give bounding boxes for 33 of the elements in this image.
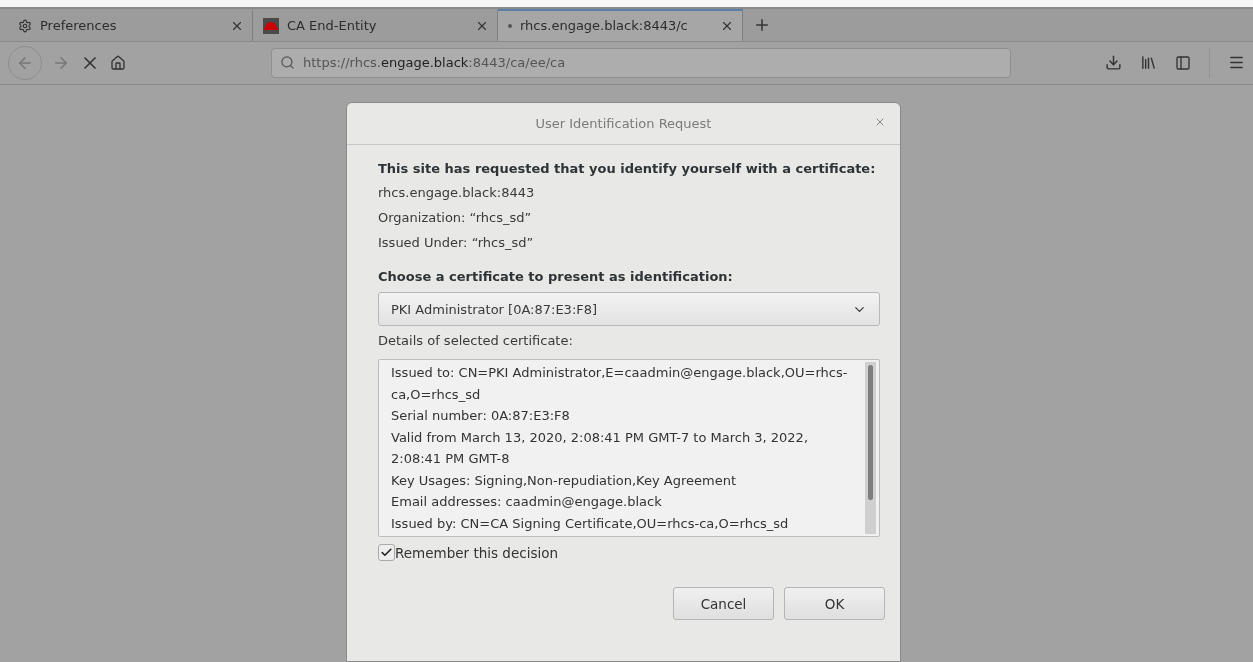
- scrollbar[interactable]: [865, 362, 876, 534]
- detail-line: Email addresses: caadmin@engage.black: [391, 493, 663, 511]
- library-icon[interactable]: [1140, 54, 1157, 72]
- dialog-button[interactable]: Cancel: [673, 587, 774, 620]
- address-bar[interactable]: https://rhcs.engage.black:8443/ca/ee/ca: [271, 47, 1011, 78]
- hat-icon: [263, 17, 279, 34]
- checkbox-label: Remember this decision: [395, 544, 558, 561]
- site-info: rhcs.engage.black:8443: [378, 185, 536, 200]
- dialog-title: User Identification Request: [347, 103, 900, 145]
- detail-line: Key Usages: Signing,Non-repudiation,Key Agreement: [391, 471, 737, 490]
- detail-line: Serial number: 0A:87:E3:F8: [391, 407, 571, 425]
- loading-dot-icon: [508, 23, 512, 28]
- sidebar-icon[interactable]: [1175, 54, 1191, 71]
- browser-tab[interactable]: CA End-Entity: [253, 9, 498, 41]
- detail-line: Issued to: CN=PKI Administrator,E=caadmin@engage.black,OU=rhcs-ca,O=rhcs_sd: [391, 364, 849, 404]
- detail-line: Issued by: CN=CA Signing Certificate,OU=rhcs-ca,O=rhcs_sd: [391, 514, 790, 533]
- site-info: Issued Under: “rhcs_sd”: [378, 235, 535, 250]
- choose-label: Choose a certificate to present as identification:: [378, 269, 734, 284]
- prompt-heading: This site has requested that you identify yourself with a certificate:: [378, 161, 877, 176]
- home-icon[interactable]: [110, 54, 126, 71]
- certificate-dropdown[interactable]: PKI Administrator [0A:87:E3:F8]: [378, 292, 880, 326]
- dialog-button[interactable]: OK: [784, 587, 885, 620]
- search-icon: [280, 55, 295, 71]
- detail-line: Valid from March 13, 2020, 2:08:41 PM GMT-7 to March 3, 2022, 2:08:41 PM GMT-8: [391, 428, 810, 468]
- browser-tab[interactable]: Preferences: [8, 9, 253, 41]
- check-icon: [380, 546, 393, 559]
- browser-tab[interactable]: rhcs.engage.black:8443/c: [498, 9, 743, 41]
- close-icon[interactable]: [874, 116, 886, 128]
- settings-icon: [18, 18, 32, 33]
- site-info: Organization: “rhcs_sd”: [378, 210, 533, 225]
- download-icon[interactable]: [1105, 54, 1122, 72]
- checkbox[interactable]: [378, 544, 395, 561]
- details-label: Details of selected certificate:: [378, 333, 574, 348]
